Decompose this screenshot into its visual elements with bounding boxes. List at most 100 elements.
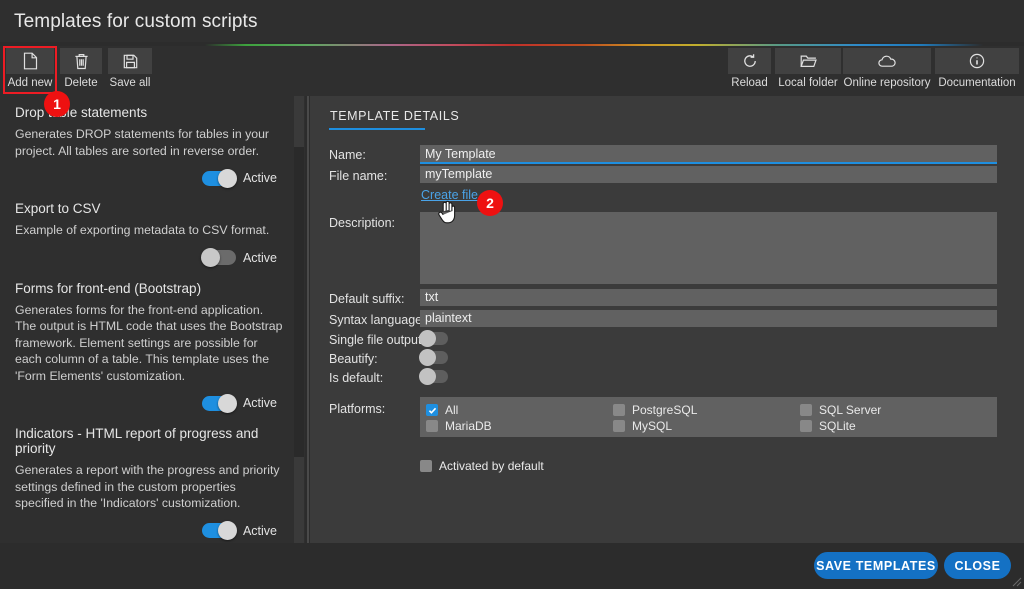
active-label: Active [242,171,277,185]
list-item[interactable]: Export to CSV Example of exporting metad… [0,191,305,271]
name-label: Name: [329,148,366,162]
local-folder-button[interactable]: Local folder [775,48,841,94]
reload-label: Reload [731,77,768,89]
templates-list[interactable]: Drop table statements Generates DROP sta… [0,96,305,543]
platforms-box: All PostgreSQL SQL Server MariaDB MySQL … [420,397,997,437]
reload-button[interactable]: Reload [728,48,771,94]
add-new-button[interactable]: Add new [6,48,54,94]
template-active-row[interactable]: Active [15,247,283,269]
add-new-label: Add new [7,77,53,89]
list-scrollbar-thumb[interactable] [294,147,304,457]
template-description: Generates forms for the front-end applic… [15,302,283,383]
toggle-knob [217,168,237,188]
platform-checkbox-sqlserver[interactable]: SQL Server [800,403,881,417]
platform-label: PostgreSQL [632,403,698,417]
reload-icon [728,48,771,74]
documentation-button[interactable]: Documentation [935,48,1019,94]
template-description: Generates a report with the progress and… [15,463,280,510]
platform-label: All [445,403,459,417]
delete-button[interactable]: Delete [60,48,102,94]
title-bar: Templates for custom scripts [0,0,1024,42]
platform-checkbox-all[interactable]: All [426,403,458,417]
beautify-label: Beautify: [329,352,378,366]
activated-by-default-checkbox[interactable]: Activated by default [420,459,544,473]
single-file-output-toggle[interactable] [419,330,448,347]
active-toggle[interactable] [201,168,237,188]
toggle-knob [419,349,436,366]
documentation-label: Documentation [938,77,1016,89]
save-all-button[interactable]: Save all [108,48,152,94]
active-label: Active [242,523,277,538]
is-default-label: Is default: [329,371,384,385]
checkbox-icon[interactable] [800,404,812,416]
save-templates-button[interactable]: SAVE TEMPLATES [814,552,938,579]
default-suffix-input[interactable] [420,289,997,306]
active-toggle[interactable] [201,393,237,413]
toggle-knob [419,330,436,347]
platform-label: SQL Server [819,403,882,417]
list-item[interactable]: Indicators - HTML report of progress and… [0,416,305,543]
platform-checkbox-mysql[interactable]: MySQL [613,419,672,433]
syntax-language-input[interactable] [420,310,997,327]
floppy-disk-icon [108,48,152,74]
annotation-badge-2: 2 [477,190,503,216]
description-textarea[interactable] [420,212,997,284]
default-suffix-label: Default suffix: [329,292,405,306]
online-repository-label: Online repository [843,77,931,89]
save-all-label: Save all [109,77,151,89]
delete-label: Delete [64,77,98,89]
local-folder-label: Local folder [778,77,838,89]
online-repository-button[interactable]: Online repository [843,48,931,94]
new-file-icon [6,48,54,74]
section-underline [329,128,425,130]
activated-by-default-label: Activated by default [439,459,544,473]
description-label: Description: [329,216,395,230]
template-active-row[interactable]: Active [15,520,283,542]
page-title: Templates for custom scripts [14,11,258,32]
template-description: Example of exporting metadata to CSV for… [15,223,270,237]
mouse-cursor-pointer-icon [438,200,456,224]
template-name: Forms for front-end (Bootstrap) [15,280,202,296]
active-toggle[interactable] [200,248,236,267]
checkbox-icon[interactable] [613,404,625,416]
annotation-badge-1: 1 [44,91,70,117]
template-active-row[interactable]: Active [15,167,283,189]
checkbox-icon[interactable] [800,420,812,432]
platform-label: SQLite [819,419,856,433]
info-icon [935,48,1019,74]
template-name: Export to CSV [15,201,101,216]
folder-icon [775,48,841,74]
active-label: Active [242,396,277,410]
name-input[interactable] [420,145,997,164]
section-title: TEMPLATE DETAILS [330,109,460,123]
file-name-input[interactable] [420,166,997,183]
platform-checkbox-postgresql[interactable]: PostgreSQL [613,403,697,417]
checkbox-icon[interactable] [613,420,625,432]
platform-checkbox-mariadb[interactable]: MariaDB [426,419,492,433]
templates-dialog: Templates for custom scripts Add new Del… [0,0,1024,589]
checkbox-icon[interactable] [426,420,438,432]
platform-checkbox-sqlite[interactable]: SQLite [800,419,856,433]
toggle-knob [217,393,237,413]
checkbox-icon[interactable] [420,460,432,472]
cloud-icon [843,48,931,74]
single-file-output-label: Single file output: [329,333,425,347]
platform-label: MySQL [632,419,673,433]
trash-icon [60,48,102,74]
toggle-knob [217,521,237,540]
toggle-knob [200,248,220,267]
template-description: Generates DROP statements for tables in … [15,127,270,158]
list-item[interactable]: Forms for front-end (Bootstrap) Generate… [0,271,305,417]
toggle-knob [419,368,436,385]
is-default-toggle[interactable] [419,368,448,385]
resize-grip-icon[interactable] [1009,574,1022,587]
checkbox-icon[interactable] [426,404,438,416]
template-active-row[interactable]: Active [15,392,283,414]
template-name: Indicators - HTML report of progress and… [15,426,259,456]
close-button[interactable]: CLOSE [944,552,1011,579]
syntax-language-label: Syntax language: [329,313,426,327]
beautify-toggle[interactable] [419,349,448,366]
active-toggle[interactable] [201,521,237,540]
template-details-panel: TEMPLATE DETAILS Name: File name: Create… [310,96,1024,543]
toolbar: Add new Delete Save all Reload Local fol… [0,46,1024,96]
